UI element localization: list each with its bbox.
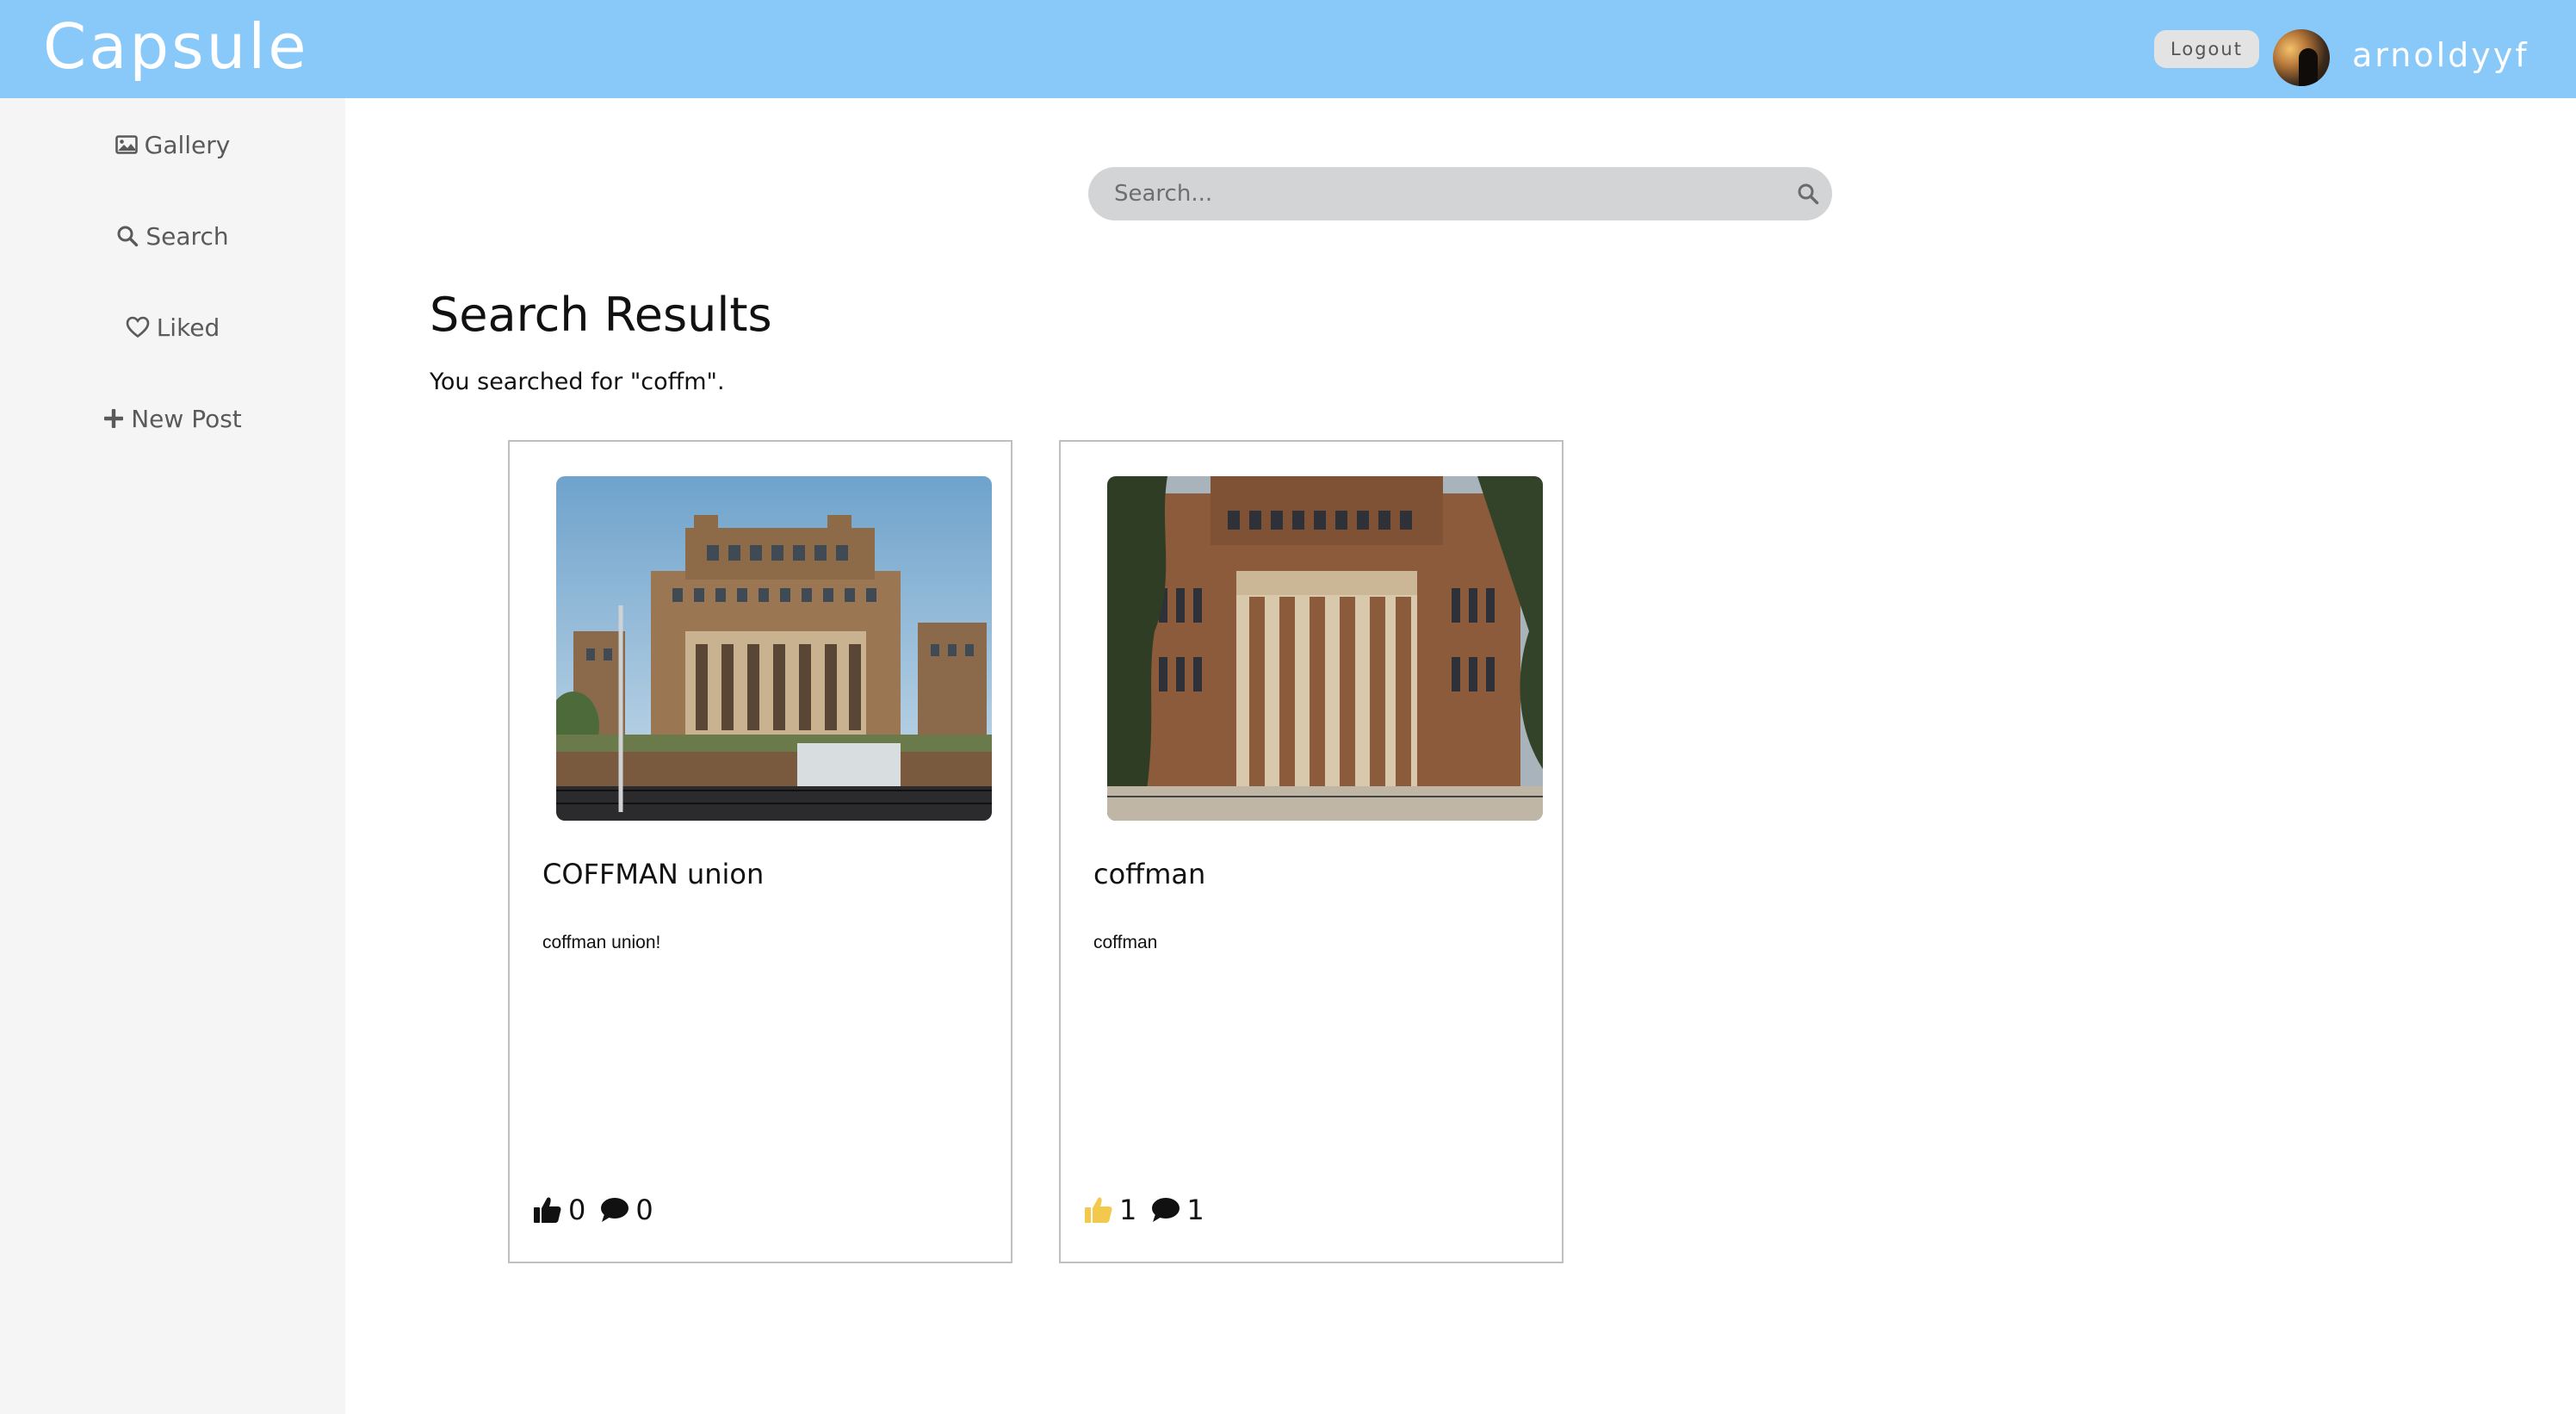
sidebar-item-label: New Post bbox=[131, 404, 242, 433]
post-stats: 1 1 bbox=[1083, 1193, 1218, 1227]
post-title[interactable]: coffman bbox=[1093, 855, 1205, 893]
plus-icon bbox=[104, 409, 124, 428]
post-image[interactable] bbox=[556, 476, 992, 821]
post-image[interactable] bbox=[1107, 476, 1543, 821]
sidebar-item-label: Liked bbox=[156, 313, 220, 342]
search-icon bbox=[1798, 183, 1819, 205]
search-icon bbox=[117, 226, 139, 247]
search-button[interactable] bbox=[1794, 180, 1822, 208]
top-header: Capsule Logout arnoldyyf bbox=[0, 0, 2576, 98]
sidebar-item-label: Gallery bbox=[144, 130, 231, 159]
sidebar: Gallery Search Liked New Post bbox=[0, 98, 345, 1414]
brand-logo[interactable]: Capsule bbox=[43, 5, 309, 88]
page-title: Search Results bbox=[430, 288, 772, 342]
username[interactable]: arnoldyyf bbox=[2352, 33, 2530, 78]
post-description: coffman bbox=[1093, 933, 1158, 952]
thumbs-up-icon[interactable] bbox=[532, 1194, 563, 1225]
comment-count: 0 bbox=[635, 1194, 653, 1226]
sidebar-item-label: Search bbox=[146, 221, 229, 251]
post-title[interactable]: COFFMAN union bbox=[542, 855, 764, 893]
comment-icon[interactable] bbox=[1150, 1196, 1181, 1224]
post-card[interactable]: COFFMAN union coffman union! 0 0 bbox=[508, 440, 1012, 1263]
like-count: 1 bbox=[1119, 1194, 1137, 1226]
post-stats: 0 0 bbox=[532, 1193, 667, 1227]
sidebar-item-search[interactable]: Search bbox=[0, 210, 345, 262]
post-description: coffman union! bbox=[542, 933, 661, 952]
search-bar bbox=[1088, 167, 1832, 220]
post-card[interactable]: coffman coffman 1 1 bbox=[1059, 440, 1564, 1263]
thumbs-up-icon[interactable] bbox=[1083, 1194, 1114, 1225]
sidebar-item-liked[interactable]: Liked bbox=[0, 301, 345, 353]
search-query-text: You searched for "coffm". bbox=[430, 369, 725, 395]
logout-button[interactable]: Logout bbox=[2154, 30, 2259, 68]
sidebar-item-gallery[interactable]: Gallery bbox=[0, 119, 345, 171]
sidebar-item-new-post[interactable]: New Post bbox=[0, 393, 345, 444]
like-count: 0 bbox=[568, 1194, 586, 1226]
avatar[interactable] bbox=[2273, 29, 2330, 86]
image-icon bbox=[115, 135, 138, 154]
comment-count: 1 bbox=[1186, 1194, 1204, 1226]
comment-icon[interactable] bbox=[599, 1196, 630, 1224]
heart-icon bbox=[126, 316, 149, 338]
search-input[interactable] bbox=[1114, 167, 1768, 220]
